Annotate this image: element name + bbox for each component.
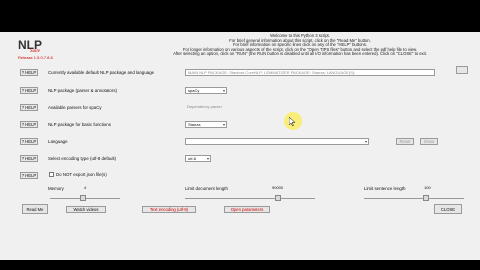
chevron-down-icon: ▾ [222,88,225,93]
text-encoding-button[interactable]: Text encoding (utf-8) [142,206,196,213]
help-button-language[interactable]: ? HELP [20,138,38,145]
memory-slider-knob[interactable] [80,195,86,201]
doc-length-value: 90000 [272,185,284,190]
help-button-json[interactable]: ? HELP [20,172,38,179]
parsers-field: Dependency parser [185,104,227,111]
language-select[interactable]: ▾ [185,138,369,145]
sentence-length-slider-knob[interactable] [423,195,429,201]
help-button-nlp-package[interactable]: ? HELP [20,87,38,94]
basic-functions-label: NLP package for basic functions [48,122,111,127]
basic-functions-select[interactable]: Stanza ▾ [185,121,227,128]
doc-length-slider-track[interactable] [185,198,315,199]
top-right-button[interactable] [456,66,468,74]
watch-videos-button[interactable]: Watch videos [66,206,106,213]
nlp-package-select[interactable]: spaCy ▾ [185,87,227,94]
parsers-label: Available parsers for spaCy [48,105,102,110]
default-package-label: Currently available default NLP package … [48,70,155,75]
encoding-label: Select encoding type (utf-8 default) [48,156,117,161]
app-window: NLP Suite Release 1.5.0.7.8.8 Welcome to… [0,32,480,260]
chevron-down-icon: ▾ [206,156,209,161]
chevron-down-icon: ▾ [222,122,225,127]
nlp-package-label: NLP package (parser & annotators) [48,88,117,93]
open-parameters-button[interactable]: Open parameters [224,206,270,213]
help-button-basic-functions[interactable]: ? HELP [20,121,38,128]
doc-length-label: Limit document length [185,186,228,191]
cursor-icon [289,117,296,127]
encoding-select[interactable]: utf-8 ▾ [185,155,211,162]
json-label: Do NOT export json file(s) [56,172,107,177]
chevron-down-icon: ▾ [364,139,367,144]
release-label: Release 1.5.0.7.8.8 [18,55,53,60]
mouse-cursor-highlight [284,112,302,130]
help-button-encoding[interactable]: ? HELP [20,155,38,162]
help-button-parsers[interactable]: ? HELP [20,104,38,111]
memory-value: 4 [84,185,87,190]
reset-button[interactable]: Reset [396,138,414,145]
doc-length-slider-knob[interactable] [275,195,281,201]
language-label: Language [48,139,68,144]
json-checkbox[interactable] [49,172,54,177]
show-button[interactable]: Show [420,138,438,145]
sentence-length-slider-track[interactable] [364,198,464,199]
sentence-length-label: Limit sentence length [364,186,406,191]
memory-label: Memory [48,186,64,191]
help-button-default-package[interactable]: ? HELP [20,69,38,76]
default-package-field: MAIN NLP PACKAGE: Stanford CoreNLP; LEMM… [185,69,435,76]
read-me-button[interactable]: Read Me [22,204,48,214]
logo-subtitle: Suite [30,49,40,54]
close-button[interactable]: CLOSE [434,204,462,214]
intro-text: Welcome to this Python 3 script. For bri… [173,33,427,57]
sentence-length-value: 100 [424,185,431,190]
